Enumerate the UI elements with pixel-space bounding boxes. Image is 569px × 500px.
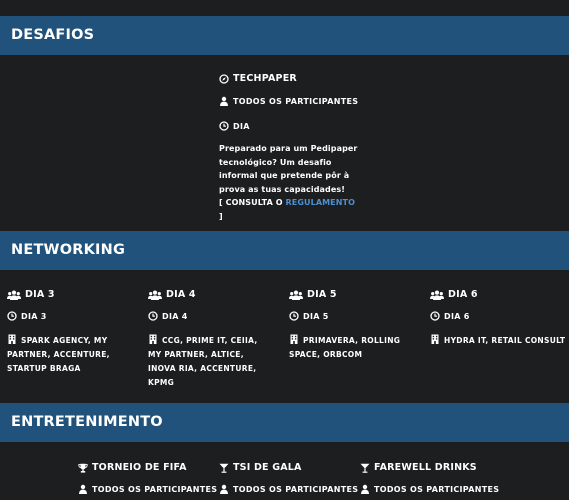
group-icon xyxy=(7,290,21,300)
networking-day-header: DIA 4 xyxy=(148,289,196,300)
event-day: DIA xyxy=(233,121,250,131)
networking-day: DIA 6 xyxy=(444,311,470,321)
rules-suffix: ] xyxy=(219,211,223,221)
event-name: TECHPAPER xyxy=(233,73,297,84)
cocktail-icon xyxy=(360,463,370,473)
networking-day-row: DIA 5 xyxy=(289,311,329,321)
networking-day-title: DIA 4 xyxy=(166,289,196,300)
clock-icon xyxy=(7,311,17,321)
networking-day: DIA 4 xyxy=(162,311,188,321)
user-icon xyxy=(219,96,229,106)
networking-companies: PRIMAVERA, ROLLING SPACE, ORBCOM xyxy=(289,334,419,362)
building-icon xyxy=(289,334,299,344)
clock-icon xyxy=(289,311,299,321)
event-audience-row: TODOS OS PARTICIPANTES xyxy=(78,484,217,494)
cocktail-icon xyxy=(219,463,229,473)
networking-day-title: DIA 3 xyxy=(25,289,55,300)
networking-day-header: DIA 5 xyxy=(289,289,337,300)
event-name-row: TORNEIO DE FIFA xyxy=(78,462,187,473)
compass-icon xyxy=(219,74,229,84)
building-icon xyxy=(7,334,17,344)
section-header-entretenimento: ENTRETENIMENTO xyxy=(0,403,569,442)
clock-icon xyxy=(148,311,158,321)
networking-day-row: DIA 4 xyxy=(148,311,188,321)
event-audience: TODOS OS PARTICIPANTES xyxy=(374,484,500,494)
networking-day-title: DIA 5 xyxy=(307,289,337,300)
rules-link[interactable]: REGULAMENTO xyxy=(286,198,355,207)
companies-text: CCG, PRIME IT, CEIIA, MY PARTNER, ALTICE… xyxy=(148,336,258,387)
clock-icon xyxy=(219,121,229,131)
event-audience: TODOS OS PARTICIPANTES xyxy=(233,96,359,106)
event-audience-row: TODOS OS PARTICIPANTES xyxy=(219,484,358,494)
group-icon xyxy=(148,290,162,300)
section-header-desafios: DESAFIOS xyxy=(0,16,569,55)
networking-companies: SPARK AGENCY, MY PARTNER, ACCENTURE, STA… xyxy=(7,334,135,376)
event-name-row: FAREWELL DRINKS xyxy=(360,462,477,473)
networking-companies: HYDRA IT, RETAIL CONSULT xyxy=(430,334,566,348)
building-icon xyxy=(148,334,158,344)
companies-text: HYDRA IT, RETAIL CONSULT xyxy=(444,336,566,345)
networking-day: DIA 5 xyxy=(303,311,329,321)
group-icon xyxy=(289,290,303,300)
group-icon xyxy=(430,290,444,300)
event-description: Preparado para um Pedipaper tecnológico?… xyxy=(219,144,358,194)
trophy-icon xyxy=(78,463,88,473)
event-name: TORNEIO DE FIFA xyxy=(92,462,187,473)
event-name-row: TECHPAPER xyxy=(219,73,297,84)
user-icon xyxy=(360,484,370,494)
event-name-row: TSI DE GALA xyxy=(219,462,302,473)
event-day-row: DIA xyxy=(219,121,250,131)
companies-text: SPARK AGENCY, MY PARTNER, ACCENTURE, STA… xyxy=(7,336,110,373)
rules-prefix: [ CONSULTA O xyxy=(219,198,283,207)
event-name: TSI DE GALA xyxy=(233,462,302,473)
event-name: FAREWELL DRINKS xyxy=(374,462,477,473)
building-icon xyxy=(430,334,440,344)
companies-text: PRIMAVERA, ROLLING SPACE, ORBCOM xyxy=(289,336,401,359)
clock-icon xyxy=(430,311,440,321)
event-audience: TODOS OS PARTICIPANTES xyxy=(233,484,359,494)
section-header-networking: NETWORKING xyxy=(0,231,569,270)
networking-companies: CCG, PRIME IT, CEIIA, MY PARTNER, ALTICE… xyxy=(148,334,268,390)
section-title: NETWORKING xyxy=(11,242,126,258)
networking-day-row: DIA 3 xyxy=(7,311,47,321)
networking-day: DIA 3 xyxy=(21,311,47,321)
event-audience-row: TODOS OS PARTICIPANTES xyxy=(219,96,358,106)
networking-day-row: DIA 6 xyxy=(430,311,470,321)
event-description-block: Preparado para um Pedipaper tecnológico?… xyxy=(219,142,359,223)
user-icon xyxy=(78,484,88,494)
networking-day-header: DIA 3 xyxy=(7,289,55,300)
event-audience-row: TODOS OS PARTICIPANTES xyxy=(360,484,499,494)
networking-day-header: DIA 6 xyxy=(430,289,478,300)
user-icon xyxy=(219,484,229,494)
event-audience: TODOS OS PARTICIPANTES xyxy=(92,484,218,494)
section-title: DESAFIOS xyxy=(11,27,95,43)
section-title: ENTRETENIMENTO xyxy=(11,414,163,430)
networking-day-title: DIA 6 xyxy=(448,289,478,300)
